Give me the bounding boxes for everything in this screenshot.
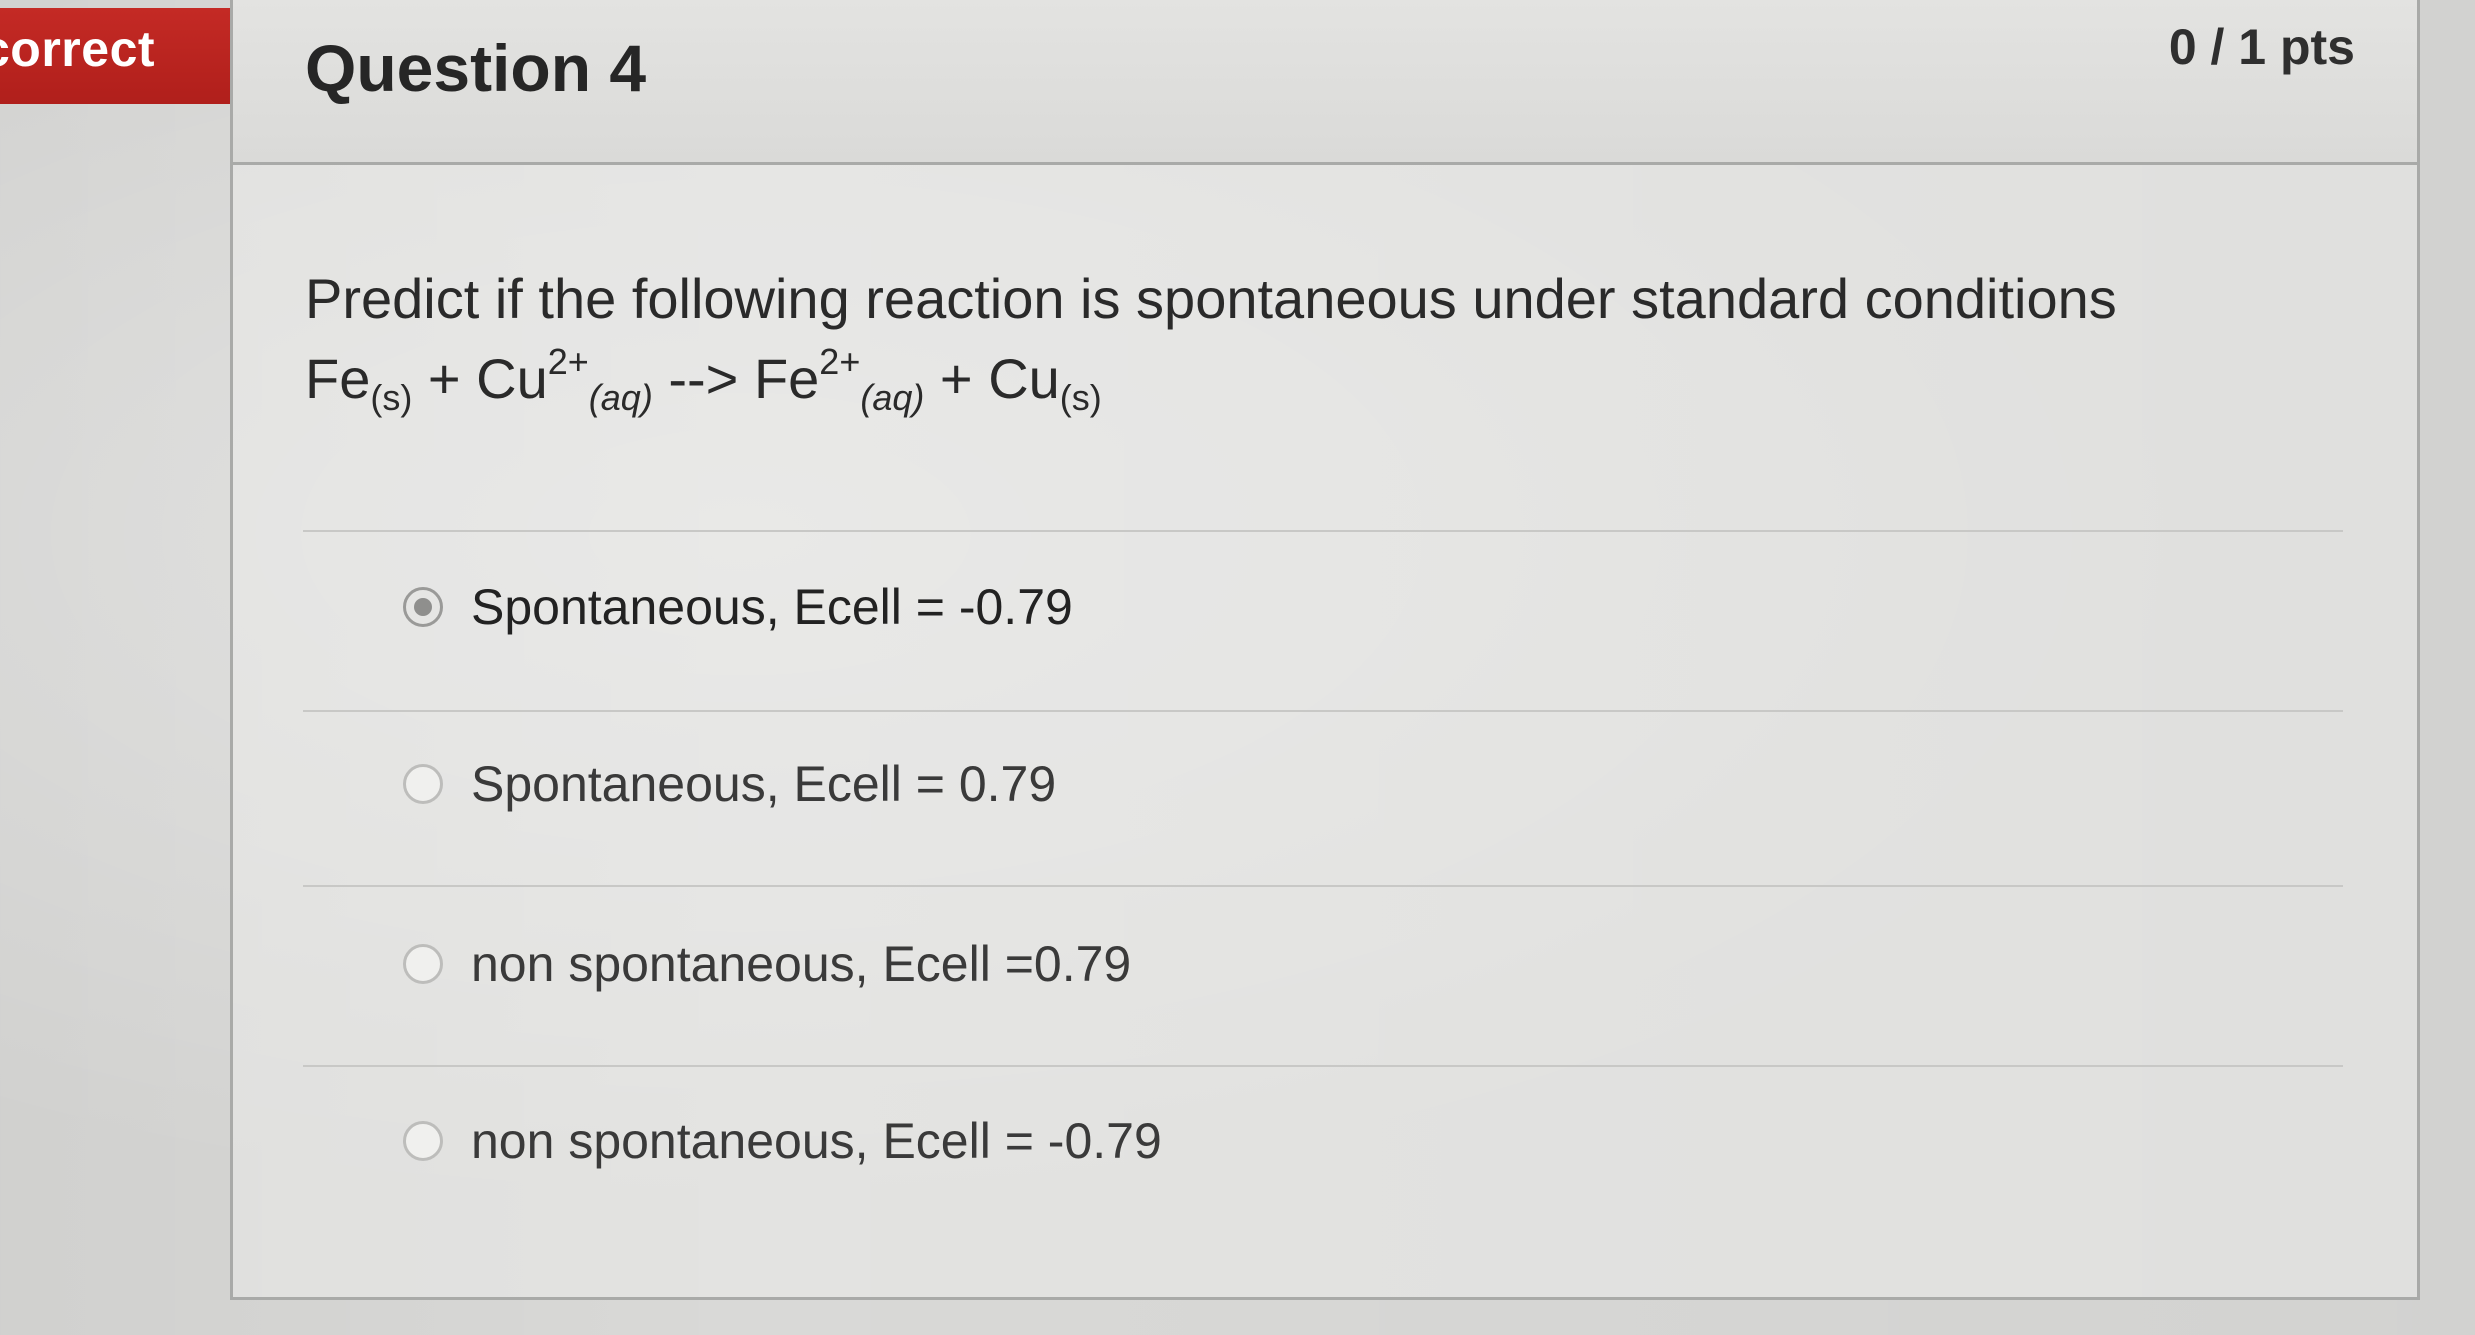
reaction-equation: Fe(s) + Cu2+(aq) --> Fe2+(aq) + Cu(s) xyxy=(305,340,2355,419)
equation-fe-charge: 2+ xyxy=(819,341,861,383)
equation-state-solid-1: (s) xyxy=(370,377,413,419)
answer-label: non spontaneous, Ecell =0.79 xyxy=(471,936,1132,992)
equation-state-aqueous-2: (aq) xyxy=(860,377,925,419)
radio-icon[interactable] xyxy=(403,1121,443,1161)
radio-selected-icon[interactable] xyxy=(403,587,443,627)
answer-option-3[interactable]: non spontaneous, Ecell =0.79 xyxy=(403,935,1131,993)
equation-cu-charge: 2+ xyxy=(547,341,589,383)
equation-plus-cu: + Cu xyxy=(412,347,548,411)
answer-label: Spontaneous, Ecell = -0.79 xyxy=(471,579,1073,635)
equation-fe: Fe xyxy=(305,347,371,411)
question-body: Predict if the following reaction is spo… xyxy=(305,265,2355,419)
answer-option-4[interactable]: non spontaneous, Ecell = -0.79 xyxy=(403,1112,1162,1170)
question-points: 0 / 1 pts xyxy=(2168,19,2355,75)
question-title: Question 4 xyxy=(305,31,647,105)
question-prompt: Predict if the following reaction is spo… xyxy=(305,267,2117,330)
equation-plus-cu-2: + Cu xyxy=(924,347,1060,411)
answer-option-1[interactable]: Spontaneous, Ecell = -0.79 xyxy=(403,578,1073,636)
answer-divider xyxy=(303,710,2343,712)
equation-state-solid-2: (s) xyxy=(1059,377,1102,419)
equation-arrow-fe: --> Fe xyxy=(652,347,820,411)
answer-divider xyxy=(303,1065,2343,1067)
question-header: Question 4 0 / 1 pts xyxy=(233,0,2417,165)
status-banner-label: correct xyxy=(0,21,156,77)
radio-icon[interactable] xyxy=(403,764,443,804)
answer-label: Spontaneous, Ecell = 0.79 xyxy=(471,756,1057,812)
prompt-divider xyxy=(303,530,2343,532)
answer-label: non spontaneous, Ecell = -0.79 xyxy=(471,1113,1162,1169)
answer-divider xyxy=(303,885,2343,887)
question-card: Question 4 0 / 1 pts Predict if the foll… xyxy=(230,0,2420,1300)
radio-icon[interactable] xyxy=(403,944,443,984)
equation-state-aqueous-1: (aq) xyxy=(588,377,653,419)
answer-option-2[interactable]: Spontaneous, Ecell = 0.79 xyxy=(403,755,1056,813)
